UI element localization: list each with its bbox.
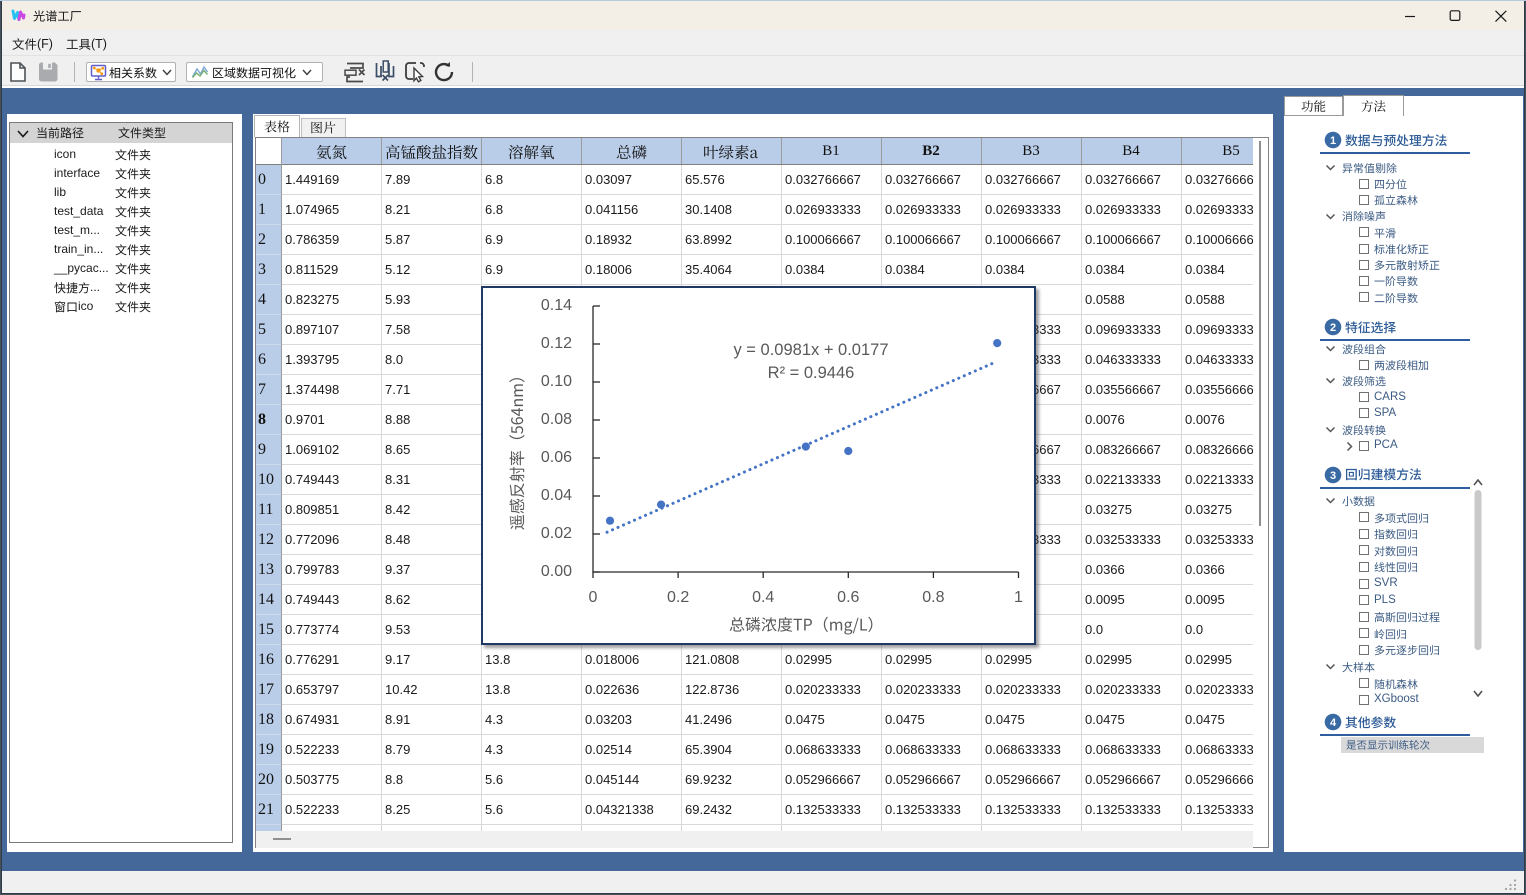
svg-text:1: 1 — [1330, 135, 1336, 147]
svg-text:3: 3 — [1330, 470, 1336, 482]
svg-text:4: 4 — [1330, 717, 1337, 729]
svg-text:2: 2 — [1330, 322, 1336, 334]
